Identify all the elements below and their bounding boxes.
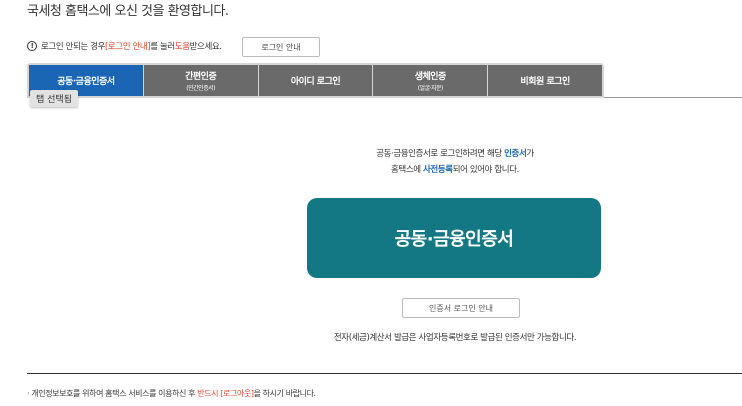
tab-underline	[604, 97, 742, 98]
cert-description: 공동·금융인증서로 로그인하려면 해당 인증서가 홈택스에 사전등록되어 있어야…	[300, 146, 610, 178]
description-line-2: 홈택스에 사전등록되어 있어야 합니다.	[300, 162, 610, 178]
footer-text: 을 하시기 바랍니다.	[253, 389, 317, 398]
login-guide-button[interactable]: 로그인 안내	[242, 37, 320, 57]
footer-text: · 개인정보보호를 위하여 홈택스 서비스를 이용하신 후	[27, 389, 198, 398]
tab-sublabel: (얼굴·지문)	[417, 85, 444, 92]
login-method-tabs: 공동·금융인증서 간편인증 (민간인증서) 아이디 로그인 생체인증 (얼굴·지…	[27, 63, 604, 98]
desc-text: 공동·금융인증서로 로그인하려면 해당	[376, 149, 505, 159]
tab-id-login[interactable]: 아이디 로그인	[258, 65, 373, 96]
notice-text-1: 로그인 안되는 경우	[41, 42, 105, 52]
notice-text-3: 받으세요.	[189, 42, 222, 52]
tab-selected-tooltip: 탭 선택됨	[30, 90, 78, 107]
cert-login-guide-button[interactable]: 인증서 로그인 안내	[402, 298, 520, 318]
notice-link-help: 도움	[174, 42, 190, 52]
info-icon: !	[27, 41, 37, 51]
tab-biometric[interactable]: 생체인증 (얼굴·지문)	[373, 65, 488, 96]
desc-text: 되어 있어야 합니다.	[452, 165, 520, 175]
tax-invoice-note: 전자(세금)계산서 발급은 사업자등록번호로 발급된 인증서만 가능합니다.	[333, 333, 577, 343]
tab-label: 아이디 로그인	[290, 77, 341, 87]
welcome-message: 국세청 홈택스에 오신 것을 환영합니다.	[27, 4, 229, 19]
tab-label: 비회원 로그인	[520, 77, 570, 87]
divider	[27, 373, 742, 374]
tab-label: 공동·금융인증서	[57, 77, 115, 87]
tab-label: 생체인증	[414, 72, 447, 82]
footer-logout-highlight: 반드시 [로그아웃]	[197, 389, 254, 398]
tab-simple-auth[interactable]: 간편인증 (민간인증서)	[143, 65, 258, 96]
description-line-1: 공동·금융인증서로 로그인하려면 해당 인증서가	[300, 146, 610, 162]
desc-highlight-cert: 인증서	[504, 149, 527, 159]
tab-label: 간편인증	[185, 72, 217, 82]
login-help-notice: ! 로그인 안되는 경우 [로그인 안내] 를 눌러 도움 받으세요.	[27, 40, 222, 52]
privacy-notice: · 개인정보보호를 위하여 홈택스 서비스를 이용하신 후 반드시 [로그아웃]…	[27, 388, 316, 399]
desc-text: 가	[526, 149, 534, 159]
tab-sublabel: (민간인증서)	[186, 85, 216, 92]
cert-login-button[interactable]: 공동·금융인증서	[307, 198, 601, 278]
tab-guest-login[interactable]: 비회원 로그인	[488, 65, 602, 96]
notice-text-2: 를 눌러	[150, 42, 175, 52]
desc-highlight-preregister: 사전등록	[423, 165, 453, 175]
desc-text: 홈택스에	[391, 165, 423, 175]
notice-link-login-guide: [로그인 안내]	[104, 42, 151, 52]
